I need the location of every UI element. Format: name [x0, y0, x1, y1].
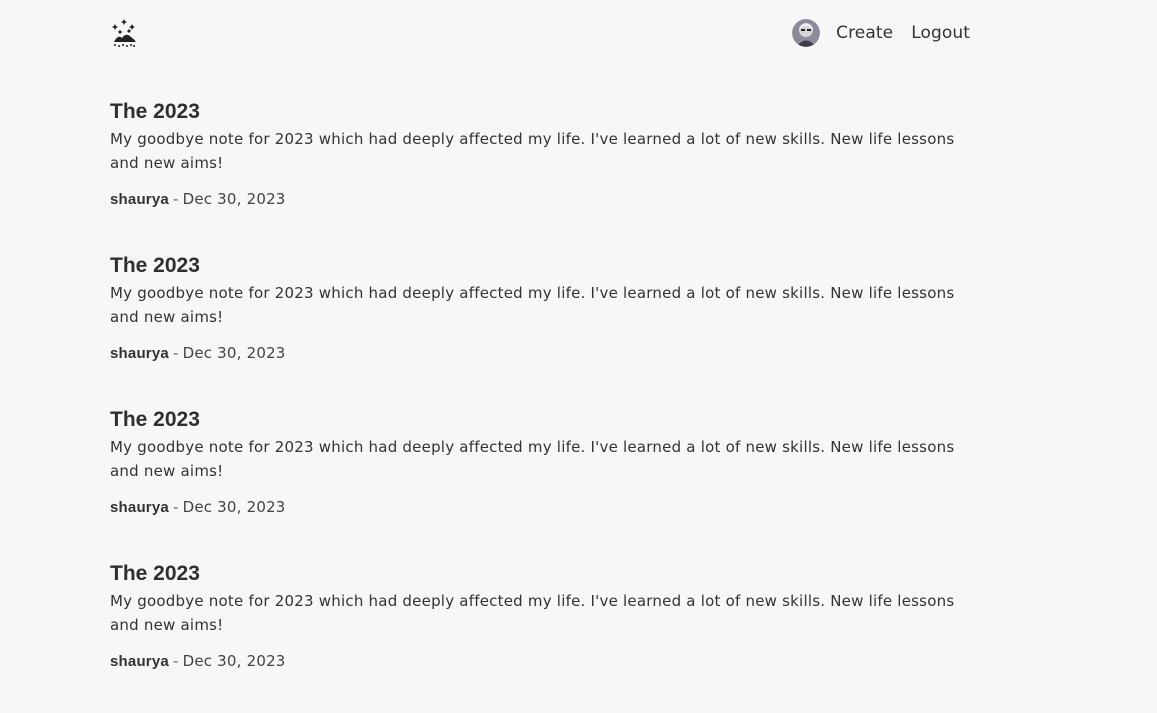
meta-separator: -: [172, 344, 179, 362]
site-header: Create Logout: [110, 18, 970, 48]
post-date: Dec 30, 2023: [182, 190, 286, 208]
post-meta: shaurya - Dec 30, 2023: [110, 649, 980, 674]
create-link[interactable]: Create: [834, 19, 893, 47]
post-excerpt: My goodbye note for 2023 which had deepl…: [110, 592, 955, 634]
post-card: The 2023 My goodbye note for 2023 which …: [110, 251, 980, 405]
post-card: The 2023 My goodbye note for 2023 which …: [110, 405, 980, 559]
user-avatar-icon: [792, 19, 821, 47]
post-meta: shaurya - Dec 30, 2023: [110, 187, 980, 212]
post-excerpt: My goodbye note for 2023 which had deepl…: [110, 130, 955, 172]
post-date: Dec 30, 2023: [182, 652, 286, 670]
post-meta: shaurya - Dec 30, 2023: [110, 495, 980, 520]
meta-separator: -: [172, 190, 179, 208]
post-excerpt: My goodbye note for 2023 which had deepl…: [110, 284, 955, 326]
post-title[interactable]: The 2023: [110, 405, 980, 435]
top-nav: Create Logout: [792, 19, 970, 47]
post-author: shaurya: [110, 653, 169, 670]
post-card: The 2023 My goodbye note for 2023 which …: [110, 97, 980, 251]
logo-link[interactable]: [110, 18, 138, 48]
post-title[interactable]: The 2023: [110, 559, 980, 589]
post-date: Dec 30, 2023: [182, 344, 286, 362]
post-meta: shaurya - Dec 30, 2023: [110, 341, 980, 366]
post-card: The 2023 My goodbye note for 2023 which …: [110, 559, 980, 713]
post-author: shaurya: [110, 345, 169, 362]
starry-mountain-logo-icon: [112, 19, 136, 47]
meta-separator: -: [172, 652, 179, 670]
post-title[interactable]: The 2023: [110, 97, 980, 127]
logout-link[interactable]: Logout: [909, 19, 970, 47]
post-author: shaurya: [110, 499, 169, 516]
post-list: The 2023 My goodbye note for 2023 which …: [110, 97, 980, 713]
post-date: Dec 30, 2023: [182, 498, 286, 516]
post-excerpt: My goodbye note for 2023 which had deepl…: [110, 438, 955, 480]
user-avatar[interactable]: [792, 19, 821, 47]
meta-separator: -: [172, 498, 179, 516]
post-author: shaurya: [110, 191, 169, 208]
post-title[interactable]: The 2023: [110, 251, 980, 281]
